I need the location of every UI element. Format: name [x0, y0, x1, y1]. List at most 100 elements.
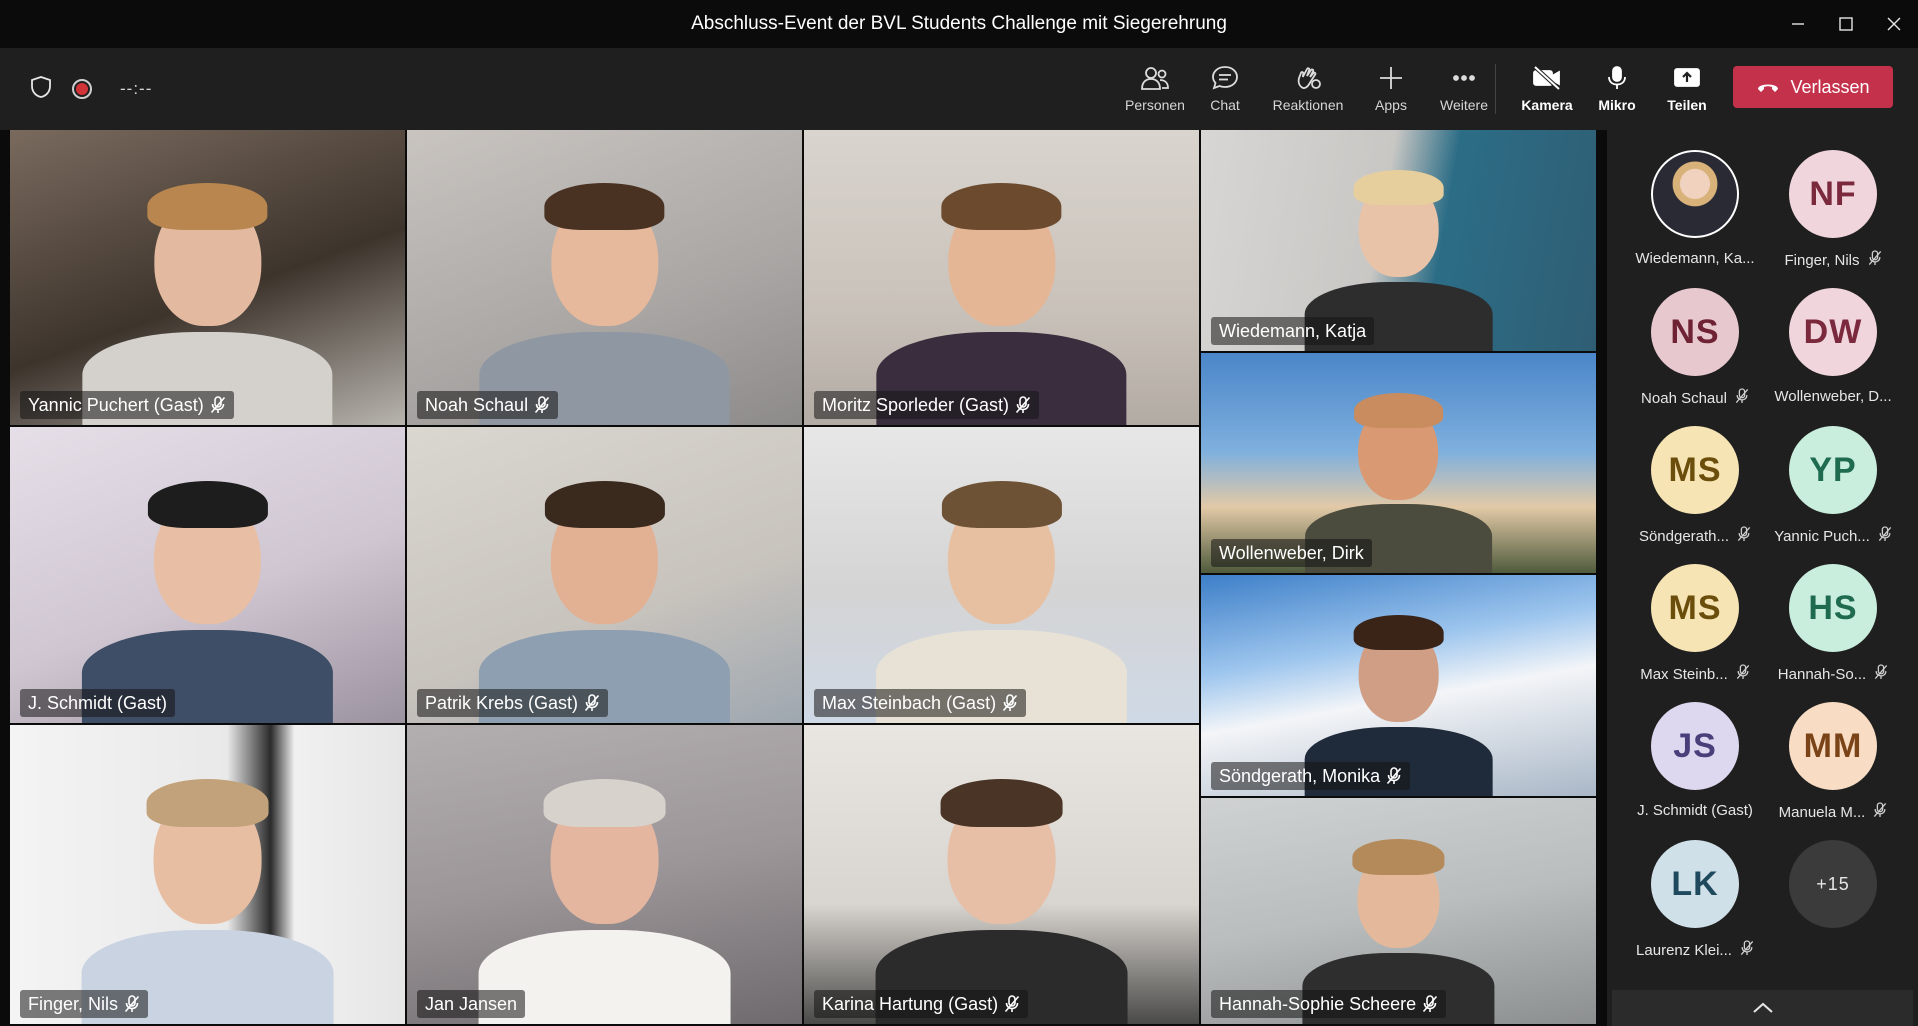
- participant-card-label: Max Steinb...: [1640, 665, 1728, 683]
- collapse-gallery-button[interactable]: [1612, 990, 1913, 1026]
- mic-icon: [1608, 66, 1626, 89]
- mic-off-icon: [124, 995, 140, 1013]
- avatar: MS: [1651, 564, 1739, 652]
- participant-video: [74, 130, 341, 425]
- participant-card-label: J. Schmidt (Gast): [1637, 802, 1753, 819]
- toolbar-divider: [1495, 64, 1496, 114]
- reactions-button[interactable]: Reaktionen: [1260, 48, 1356, 130]
- mic-off-icon: [1868, 250, 1882, 270]
- window-controls: [1774, 0, 1918, 48]
- maximize-icon: [1839, 17, 1853, 31]
- more-button[interactable]: Weitere: [1426, 48, 1502, 130]
- participant-name-tag: Finger, Nils: [20, 990, 149, 1018]
- participant-name: Max Steinbach (Gast): [822, 692, 997, 713]
- maximize-button[interactable]: [1822, 0, 1870, 48]
- participant-card[interactable]: MS Söndgerath...: [1625, 426, 1765, 556]
- participant-name: Wiedemann, Katja: [1219, 320, 1367, 341]
- video-tile[interactable]: Finger, Nils: [10, 725, 405, 1024]
- participant-video: [469, 725, 740, 1024]
- participant-name-tag: Hannah-Sophie Scheere: [1211, 990, 1447, 1018]
- video-tile[interactable]: Söndgerath, Monika: [1201, 575, 1596, 796]
- participant-gallery: Wiedemann, Ka... NF Finger, Nils NS Noah Sch…: [1607, 130, 1918, 1026]
- meeting-timer: --:--: [120, 79, 153, 98]
- mic-off-icon: [1735, 388, 1749, 408]
- mic-off-icon: [584, 694, 600, 712]
- participant-card-label: Finger, Nils: [1784, 251, 1860, 269]
- participant-name-tag: Patrik Krebs (Gast): [417, 689, 609, 717]
- avatar: LK: [1651, 840, 1739, 928]
- video-tile[interactable]: Jan Jansen: [407, 725, 802, 1024]
- media-controls: Kamera Mikro Teilen: [1512, 48, 1722, 130]
- participant-card-name: Wiedemann, Ka...: [1635, 250, 1754, 267]
- mic-button[interactable]: Mikro: [1582, 48, 1652, 130]
- participant-name-tag: Karina Hartung (Gast): [814, 990, 1029, 1018]
- leave-button[interactable]: Verlassen: [1733, 66, 1893, 108]
- video-tile[interactable]: Noah Schaul: [407, 130, 802, 425]
- participant-card-label: Wollenweber, D...: [1774, 388, 1892, 405]
- mic-off-icon: [210, 396, 226, 414]
- reactions-label: Reaktionen: [1272, 97, 1344, 113]
- meeting-toolbar: --:-- Personen Chat Reaktionen Apps Weit…: [0, 48, 1918, 130]
- participant-card[interactable]: DW Wollenweber, D...: [1763, 288, 1903, 418]
- participant-card-name: Wollenweber, D...: [1774, 388, 1891, 405]
- camera-button[interactable]: Kamera: [1512, 48, 1582, 130]
- recording-indicator: [72, 79, 92, 99]
- close-icon: [1887, 17, 1901, 31]
- participant-card[interactable]: MS Max Steinb...: [1625, 564, 1765, 694]
- participant-name-tag: Yannic Puchert (Gast): [20, 391, 234, 419]
- mic-off-icon: [1015, 396, 1031, 414]
- avatar: MM: [1789, 702, 1877, 790]
- chat-button[interactable]: Chat: [1190, 48, 1260, 130]
- reactions-icon: [1297, 67, 1321, 89]
- participant-video: [73, 427, 341, 723]
- participant-name: Karina Hartung (Gast): [822, 993, 999, 1014]
- people-button[interactable]: Personen: [1120, 48, 1190, 130]
- video-tile[interactable]: Karina Hartung (Gast): [804, 725, 1199, 1024]
- apps-button[interactable]: Apps: [1356, 48, 1426, 130]
- close-window-button[interactable]: [1870, 0, 1918, 48]
- mic-off-icon: [1740, 940, 1754, 960]
- video-tile[interactable]: Yannic Puchert (Gast): [10, 130, 405, 425]
- mic-off-icon: [1422, 995, 1438, 1013]
- participant-card[interactable]: Wiedemann, Ka...: [1625, 150, 1765, 280]
- participant-card[interactable]: NS Noah Schaul: [1625, 288, 1765, 418]
- avatar: MS: [1651, 426, 1739, 514]
- more-participants-button[interactable]: +15: [1763, 840, 1903, 970]
- participant-card[interactable]: NF Finger, Nils: [1763, 150, 1903, 280]
- participant-card-name: Noah Schaul: [1641, 388, 1749, 408]
- participant-card[interactable]: MM Manuela M...: [1763, 702, 1903, 832]
- video-tile[interactable]: Wollenweber, Dirk: [1201, 353, 1596, 573]
- participant-video: [867, 427, 1135, 723]
- record-icon: [76, 83, 88, 95]
- participant-video: [72, 725, 343, 1024]
- participant-card[interactable]: HS Hannah-So...: [1763, 564, 1903, 694]
- avatar: +15: [1789, 840, 1877, 928]
- video-tile[interactable]: Moritz Sporleder (Gast): [804, 130, 1199, 425]
- shield-icon[interactable]: [30, 75, 52, 104]
- mic-off-icon: [1386, 767, 1402, 785]
- avatar: DW: [1789, 288, 1877, 376]
- avatar: JS: [1651, 702, 1739, 790]
- chat-label: Chat: [1210, 97, 1240, 113]
- mic-off-icon: [1736, 664, 1750, 684]
- participant-name: Söndgerath, Monika: [1219, 765, 1381, 786]
- meeting-info: --:--: [30, 48, 152, 130]
- avatar: YP: [1789, 426, 1877, 514]
- participant-card-label: Noah Schaul: [1641, 389, 1727, 407]
- share-icon: [1674, 68, 1700, 87]
- participant-card[interactable]: JS J. Schmidt (Gast): [1625, 702, 1765, 832]
- participant-card[interactable]: YP Yannic Puch...: [1763, 426, 1903, 556]
- chevron-up-icon: [1752, 1002, 1773, 1013]
- participant-name: Patrik Krebs (Gast): [425, 692, 579, 713]
- avatar: HS: [1789, 564, 1877, 652]
- video-tile[interactable]: Max Steinbach (Gast): [804, 427, 1199, 723]
- video-tile[interactable]: Patrik Krebs (Gast): [407, 427, 802, 723]
- video-tile[interactable]: Hannah-Sophie Scheere: [1201, 798, 1596, 1024]
- video-grid: Yannic Puchert (Gast) Noah Schaul Moritz S…: [10, 130, 1598, 1026]
- participant-card[interactable]: LK Laurenz Klei...: [1625, 840, 1765, 970]
- minimize-button[interactable]: [1774, 0, 1822, 48]
- video-tile[interactable]: J. Schmidt (Gast): [10, 427, 405, 723]
- video-tile[interactable]: Wiedemann, Katja: [1201, 130, 1596, 351]
- share-button[interactable]: Teilen: [1652, 48, 1722, 130]
- mic-off-icon: [1737, 526, 1751, 546]
